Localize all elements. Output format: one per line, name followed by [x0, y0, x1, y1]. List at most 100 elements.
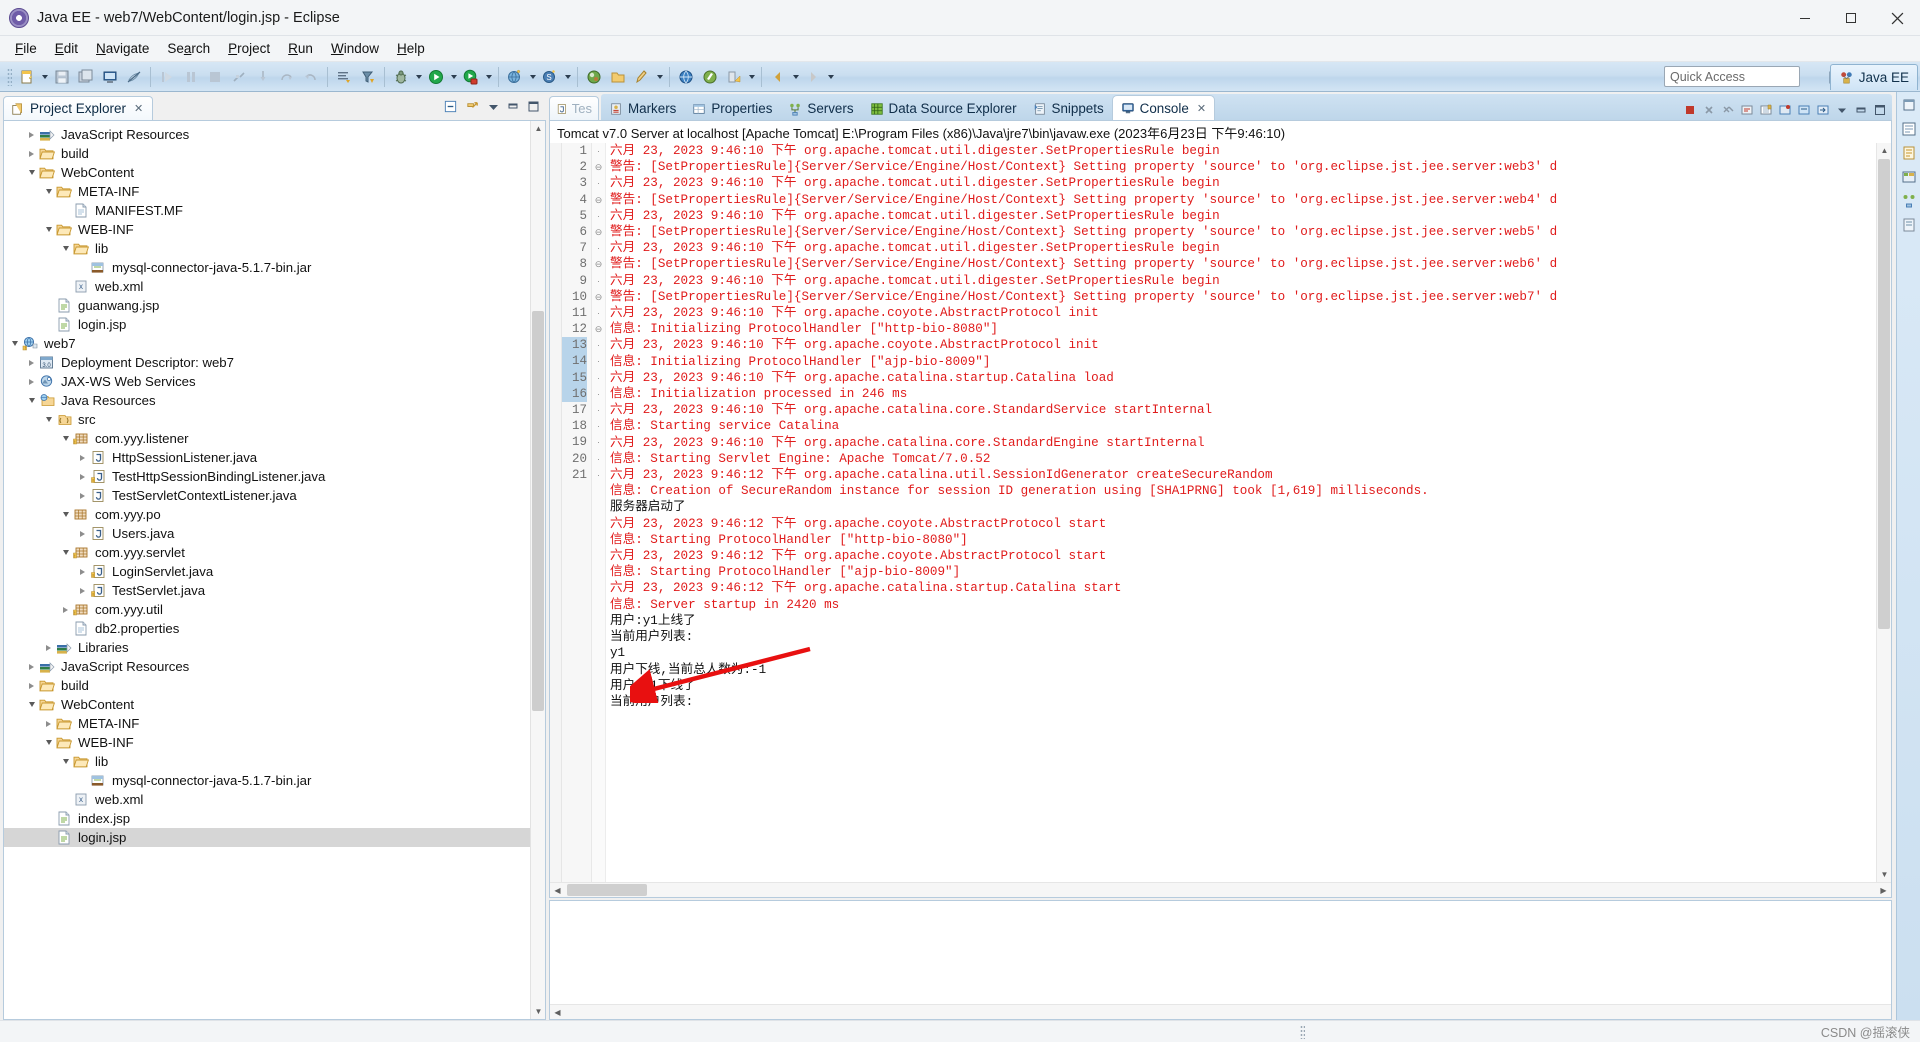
- resume-icon[interactable]: [156, 66, 178, 88]
- fold-marker[interactable]: ·: [592, 305, 605, 321]
- console-horizontal-scrollbar[interactable]: ◀ ▶: [550, 882, 1891, 897]
- tree-item-com-yyy-po[interactable]: com.yyy.po: [4, 505, 545, 524]
- tab-snippets[interactable]: Snippets: [1025, 97, 1112, 120]
- clear-console-icon[interactable]: [1738, 101, 1755, 118]
- fold-marker[interactable]: [592, 612, 605, 628]
- chevron-down-icon[interactable]: [59, 429, 72, 448]
- console-hscroll-thumb[interactable]: [567, 884, 647, 896]
- tab-console[interactable]: Console ✕: [1111, 95, 1216, 120]
- chevron-down-icon[interactable]: [59, 543, 72, 562]
- minimize-icon[interactable]: [507, 100, 520, 116]
- tab-data-source-explorer[interactable]: Data Source Explorer: [862, 97, 1025, 120]
- tree-item-web-inf[interactable]: WEB-INF: [4, 220, 545, 239]
- fold-marker[interactable]: [592, 596, 605, 612]
- fold-marker[interactable]: ·: [592, 434, 605, 450]
- open-resource-icon[interactable]: [607, 66, 629, 88]
- back-icon[interactable]: [767, 66, 789, 88]
- search-dropdown-icon[interactable]: [654, 66, 665, 88]
- fold-marker[interactable]: ·: [592, 175, 605, 191]
- tree-item-com-yyy-listener[interactable]: ! com.yyy.listener: [4, 429, 545, 448]
- chevron-down-icon[interactable]: [25, 391, 38, 410]
- chevron-down-icon[interactable]: [42, 410, 55, 429]
- menu-project[interactable]: Project: [219, 38, 279, 59]
- tree-item-javascript-resources[interactable]: JavaScript Resources: [4, 125, 545, 144]
- fold-marker[interactable]: [592, 499, 605, 515]
- view-menu-icon[interactable]: [487, 100, 500, 116]
- step-into-icon[interactable]: [252, 66, 274, 88]
- tree-item-javascript-resources[interactable]: JavaScript Resources: [4, 657, 545, 676]
- chevron-right-icon[interactable]: [25, 125, 38, 144]
- fold-marker[interactable]: ·: [592, 467, 605, 483]
- next-edit-icon[interactable]: [699, 66, 721, 88]
- restore-icon[interactable]: [1900, 96, 1918, 114]
- scroll-up-icon[interactable]: ▲: [531, 121, 545, 136]
- console-vertical-scrollbar[interactable]: ▲ ▼: [1876, 143, 1891, 882]
- console-scroll-down-icon[interactable]: ▼: [1877, 867, 1891, 882]
- console-scroll-right-icon[interactable]: ▶: [1876, 883, 1891, 898]
- tree-item-web7[interactable]: ! web7: [4, 334, 545, 353]
- fold-marker[interactable]: ⊖: [592, 256, 605, 272]
- menu-help[interactable]: Help: [388, 38, 434, 59]
- tree-item-src[interactable]: src: [4, 410, 545, 429]
- fold-marker[interactable]: [592, 564, 605, 580]
- fold-marker[interactable]: ·: [592, 402, 605, 418]
- new-server-icon[interactable]: [504, 66, 526, 88]
- tree-item-com-yyy-servlet[interactable]: ! com.yyy.servlet: [4, 543, 545, 562]
- console-view-menu-icon[interactable]: [1833, 101, 1850, 118]
- fold-marker[interactable]: ·: [592, 208, 605, 224]
- external-tools-dropdown-icon[interactable]: [483, 66, 494, 88]
- tab-project-explorer[interactable]: Project Explorer ✕: [3, 96, 154, 120]
- tree-item-webcontent[interactable]: WebContent: [4, 163, 545, 182]
- search-icon[interactable]: [631, 66, 653, 88]
- fold-marker[interactable]: [592, 515, 605, 531]
- tree-item-db2-properties[interactable]: db2.properties: [4, 619, 545, 638]
- chevron-down-icon[interactable]: [42, 220, 55, 239]
- tree-item-mysql-connector-java-5-1-7-bin-jar[interactable]: mysql-connector-java-5.1.7-bin.jar: [4, 258, 545, 277]
- close-button[interactable]: [1874, 0, 1920, 36]
- fold-marker[interactable]: ·: [592, 451, 605, 467]
- new-server-dropdown-icon[interactable]: [527, 66, 538, 88]
- chevron-right-icon[interactable]: [76, 486, 89, 505]
- debug-icon[interactable]: [390, 66, 412, 88]
- fold-marker[interactable]: [592, 645, 605, 661]
- forward-dropdown-icon[interactable]: [825, 66, 836, 88]
- console-overview-ruler[interactable]: [550, 143, 562, 882]
- tree-item-users-java[interactable]: Users.java: [4, 524, 545, 543]
- next-annotation-icon[interactable]: [333, 66, 355, 88]
- fold-marker[interactable]: ·: [592, 418, 605, 434]
- tree-item-lib[interactable]: lib: [4, 239, 545, 258]
- tree-item-guanwang-jsp[interactable]: guanwang.jsp: [4, 296, 545, 315]
- tree-item-web-xml[interactable]: x web.xml: [4, 277, 545, 296]
- tab-markers[interactable]: Markers: [601, 97, 684, 120]
- tree-item-libraries[interactable]: Libraries: [4, 638, 545, 657]
- tree-item-testhttpsessionbindinglistener-java[interactable]: ! TestHttpSessionBindingListener.java: [4, 467, 545, 486]
- save-all-icon[interactable]: [75, 66, 97, 88]
- fold-marker[interactable]: [592, 629, 605, 645]
- chevron-right-icon[interactable]: [25, 676, 38, 695]
- chevron-right-icon[interactable]: [76, 562, 89, 581]
- chevron-down-icon[interactable]: [8, 334, 21, 353]
- chevron-right-icon[interactable]: [76, 524, 89, 543]
- console-fold-column[interactable]: · ⊖ · ⊖ · ⊖ · ⊖ · ⊖ · ⊖ · · · · · · · · ·: [592, 143, 606, 882]
- tab-servers[interactable]: Servers: [780, 97, 861, 120]
- console-scroll-thumb[interactable]: [1878, 159, 1890, 629]
- tree-item-com-yyy-util[interactable]: ! com.yyy.util: [4, 600, 545, 619]
- project-tree[interactable]: JavaScript Resources build WebContent META-…: [4, 121, 545, 847]
- console-maximize-icon[interactable]: [1871, 101, 1888, 118]
- tree-item-build[interactable]: build: [4, 144, 545, 163]
- fold-marker[interactable]: ⊖: [592, 321, 605, 337]
- disconnect-icon[interactable]: [228, 66, 250, 88]
- tree-item-index-jsp[interactable]: index.jsp: [4, 809, 545, 828]
- chevron-down-icon[interactable]: [59, 752, 72, 771]
- tree-item-webcontent[interactable]: WebContent: [4, 695, 545, 714]
- tree-item-web-inf[interactable]: WEB-INF: [4, 733, 545, 752]
- no-publish-icon[interactable]: [123, 66, 145, 88]
- fold-marker[interactable]: [592, 661, 605, 677]
- fold-marker[interactable]: ·: [592, 353, 605, 369]
- new-javaee-icon[interactable]: S: [539, 66, 561, 88]
- console-scroll-up-icon[interactable]: ▲: [1877, 143, 1891, 158]
- minimize-button[interactable]: [1782, 0, 1828, 36]
- lower-scroll-left-icon[interactable]: ◀: [550, 1005, 565, 1020]
- chevron-right-icon[interactable]: [42, 638, 55, 657]
- tree-item-build[interactable]: build: [4, 676, 545, 695]
